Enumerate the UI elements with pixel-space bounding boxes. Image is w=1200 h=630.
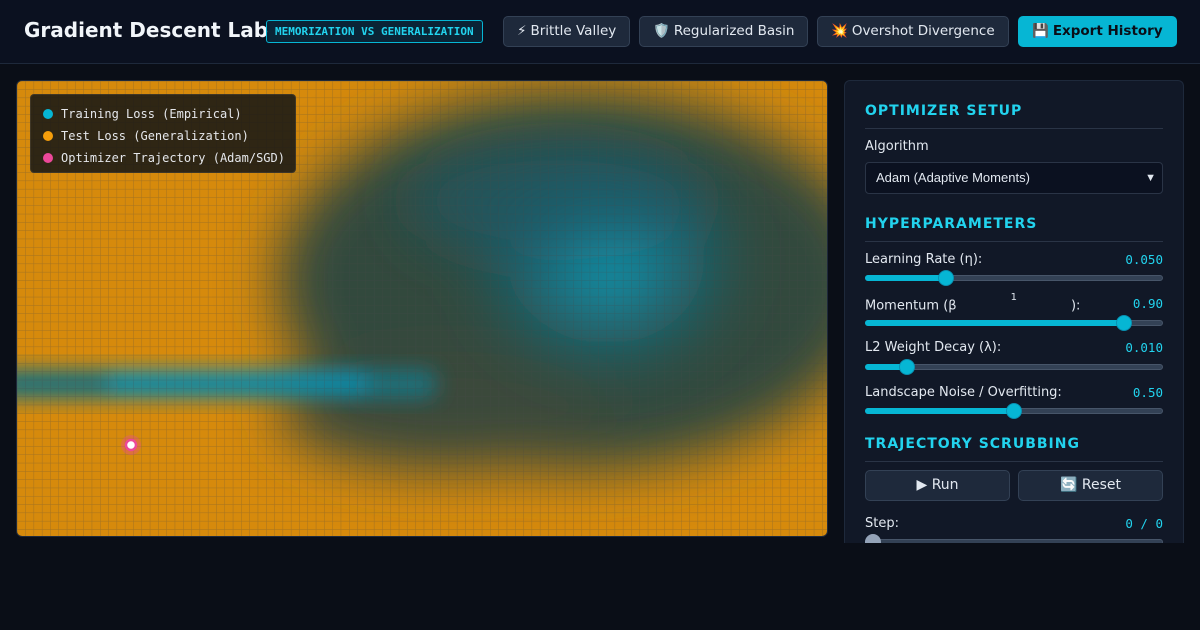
chart-legend: Training Loss (Empirical) Test Loss (Gen… (30, 94, 296, 173)
slider-thumb[interactable] (898, 359, 915, 375)
chevron-down-icon: ▼ (1145, 172, 1156, 184)
divider (865, 241, 1163, 242)
algorithm-select[interactable]: Adam (Adaptive Moments) ▼ (865, 162, 1163, 194)
optimizer-position-marker (121, 435, 141, 455)
button-label: Brittle Valley (530, 23, 617, 39)
divider (865, 128, 1163, 129)
algorithm-selected-value: Adam (Adaptive Moments) (876, 170, 1030, 185)
button-label: Reset (1081, 477, 1121, 493)
preset-brittle-valley-button[interactable]: ⚡ Brittle Valley (503, 16, 631, 47)
legend-item-training-loss: Training Loss (Empirical) (43, 103, 283, 125)
noise-label: Landscape Noise / Overfitting: (865, 385, 1062, 400)
hyperparameters-heading: HYPERPARAMETERS (865, 216, 1038, 232)
slider-thumb[interactable] (1115, 315, 1132, 331)
momentum-value: 0.90 (1132, 296, 1163, 311)
step-label: Step: (865, 516, 899, 531)
app-title: Gradient Descent Lab (24, 18, 269, 42)
weight-decay-value: 0.010 (1125, 340, 1163, 355)
control-panel: OPTIMIZER SETUP Algorithm Adam (Adaptive… (844, 80, 1184, 543)
button-label: Overshot Divergence (851, 23, 995, 39)
run-button[interactable]: ▶ Run (865, 470, 1010, 501)
preset-regularized-basin-button[interactable]: 🛡️ Regularized Basin (639, 16, 809, 47)
reset-icon: 🔄 (1060, 477, 1078, 493)
noise-slider[interactable] (865, 403, 1163, 419)
legend-item-test-loss: Test Loss (Generalization) (43, 125, 283, 147)
legend-swatch (43, 109, 53, 119)
button-label: Regularized Basin (673, 23, 795, 39)
mode-badge: MEMORIZATION VS GENERALIZATION (266, 20, 483, 43)
step-slider[interactable] (865, 534, 1163, 543)
reset-button[interactable]: 🔄 Reset (1018, 470, 1163, 501)
slider-thumb[interactable] (1006, 403, 1022, 419)
button-label: Run (931, 477, 959, 493)
legend-item-trajectory: Optimizer Trajectory (Adam/SGD) (43, 147, 285, 169)
legend-swatch (43, 153, 53, 163)
legend-label: Optimizer Trajectory (Adam/SGD) (61, 151, 285, 165)
noise-value: 0.50 (1132, 385, 1163, 400)
trajectory-scrubbing-heading: TRAJECTORY SCRUBBING (865, 436, 1080, 452)
shield-icon: 🛡️ (653, 23, 670, 39)
step-value: 0 / 0 (1125, 516, 1163, 531)
momentum-slider[interactable] (865, 315, 1163, 331)
loss-landscape-canvas[interactable]: Training Loss (Empirical) Test Loss (Gen… (16, 80, 828, 537)
floppy-disk-icon: 💾 (1032, 23, 1049, 39)
weight-decay-slider[interactable] (865, 359, 1163, 375)
learning-rate-slider[interactable] (865, 270, 1163, 286)
slider-thumb[interactable] (865, 534, 881, 543)
algorithm-label: Algorithm (865, 139, 929, 154)
button-label: Export History (1052, 23, 1163, 39)
app-header: Gradient Descent Lab MEMORIZATION VS GEN… (0, 0, 1200, 64)
legend-swatch (43, 131, 53, 141)
export-history-button[interactable]: 💾 Export History (1018, 16, 1177, 47)
preset-overshot-divergence-button[interactable]: 💥 Overshot Divergence (817, 16, 1009, 47)
legend-label: Training Loss (Empirical) (61, 107, 242, 121)
learning-rate-value: 0.050 (1125, 252, 1163, 267)
play-icon: ▶ (916, 477, 928, 493)
legend-label: Test Loss (Generalization) (61, 129, 249, 143)
learning-rate-label: Learning Rate (η): (865, 252, 983, 267)
weight-decay-label: L2 Weight Decay (λ): (865, 340, 1002, 355)
optimizer-setup-heading: OPTIMIZER SETUP (865, 103, 1023, 119)
lightning-icon: ⚡ (517, 23, 527, 39)
slider-thumb[interactable] (938, 270, 955, 286)
momentum-label: Momentum (β1): (865, 292, 1081, 314)
divider (865, 461, 1163, 462)
explosion-icon: 💥 (831, 23, 848, 39)
